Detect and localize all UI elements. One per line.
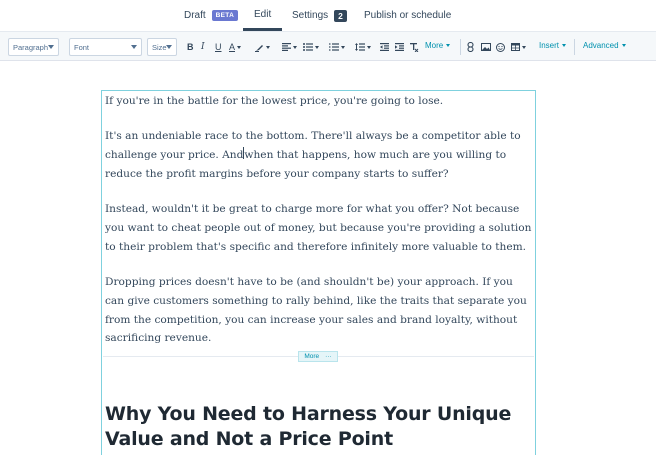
- more-dots-icon: ···: [325, 353, 332, 360]
- highlighter-icon: [255, 44, 263, 52]
- editor-tabs: Draft BETA Edit Settings 2 Publish or sc…: [0, 0, 656, 31]
- align-left-icon: [282, 43, 291, 51]
- highlight-button[interactable]: [255, 41, 270, 53]
- beta-badge: BETA: [211, 10, 239, 21]
- chevron-down-icon: [522, 45, 526, 49]
- paragraph-3[interactable]: Instead, wouldn't it be great to charge …: [105, 200, 535, 256]
- italic-button[interactable]: I: [201, 41, 205, 53]
- text-color-icon: A: [229, 42, 236, 52]
- bullet-list-icon: [303, 43, 313, 51]
- chevron-down-icon: [446, 44, 451, 47]
- formatting-toolbar: Paragraph Font Size B I U A More Insert …: [0, 31, 656, 61]
- read-more-label: More: [304, 353, 320, 360]
- paragraph-style-value: Paragraph: [13, 42, 49, 52]
- chevron-down-icon: [293, 45, 297, 49]
- size-value: Size: [152, 42, 167, 52]
- advanced-menu[interactable]: Advanced: [583, 41, 626, 50]
- chevron-down-icon: [341, 45, 345, 49]
- advanced-label: Advanced: [583, 41, 619, 50]
- font-value: Font: [74, 42, 90, 52]
- indent-icon: [395, 43, 404, 51]
- chevron-down-icon: [48, 45, 54, 49]
- more-formatting-menu[interactable]: More: [425, 41, 451, 50]
- clear-format-icon: [410, 42, 419, 52]
- tab-draft[interactable]: Draft BETA: [184, 0, 239, 31]
- insert-table-button[interactable]: [511, 41, 526, 53]
- tab-edit[interactable]: Edit: [243, 0, 283, 31]
- table-icon: [511, 43, 520, 51]
- bullet-list-button[interactable]: [303, 41, 319, 53]
- bold-button[interactable]: B: [187, 41, 194, 53]
- chevron-down-icon: [131, 45, 137, 49]
- indent-button[interactable]: [395, 41, 404, 53]
- more-label: More: [425, 41, 444, 50]
- paragraph-style-select[interactable]: Paragraph: [8, 38, 59, 56]
- rich-text-editor[interactable]: If you're in the battle for the lowest p…: [101, 90, 536, 455]
- line-height-icon: [355, 43, 365, 51]
- chevron-down-icon: [166, 45, 172, 49]
- tab-settings[interactable]: Settings 2: [292, 0, 347, 31]
- tab-settings-label: Settings: [292, 10, 329, 21]
- insert-emoji-button[interactable]: [496, 41, 505, 53]
- clear-format-button[interactable]: [410, 41, 419, 53]
- chevron-down-icon: [562, 44, 567, 47]
- settings-count-badge: 2: [334, 9, 347, 22]
- insert-label: Insert: [539, 41, 560, 50]
- tab-edit-label: Edit: [254, 8, 272, 20]
- chevron-down-icon: [315, 45, 319, 49]
- insert-link-button[interactable]: [467, 41, 474, 53]
- link-icon: [467, 42, 474, 52]
- numbered-list-icon: [329, 43, 339, 51]
- bold-icon: B: [187, 42, 194, 52]
- underline-button[interactable]: U: [215, 41, 222, 53]
- paragraph-1[interactable]: If you're in the battle for the lowest p…: [105, 92, 535, 111]
- section-heading[interactable]: Why You Need to Harness Your Unique Valu…: [105, 402, 535, 452]
- read-more-button[interactable]: More ···: [298, 351, 338, 362]
- toolbar-divider: [460, 39, 461, 55]
- tab-publish[interactable]: Publish or schedule: [364, 0, 451, 31]
- chevron-down-icon: [266, 45, 270, 49]
- chevron-down-icon: [621, 44, 626, 47]
- text-color-button[interactable]: A: [229, 41, 242, 53]
- size-select[interactable]: Size: [147, 38, 177, 56]
- image-icon: [481, 43, 491, 51]
- paragraph-4[interactable]: Dropping prices doesn't have to be (and …: [105, 273, 535, 348]
- paragraph-2[interactable]: It's an undeniable race to the bottom. T…: [105, 127, 535, 183]
- underline-icon: U: [215, 42, 222, 52]
- font-select[interactable]: Font: [69, 38, 142, 56]
- chevron-down-icon: [367, 45, 371, 49]
- tab-draft-label: Draft: [184, 10, 206, 21]
- italic-icon: I: [201, 42, 205, 52]
- outdent-button[interactable]: [380, 41, 389, 53]
- emoji-icon: [496, 42, 505, 52]
- toolbar-divider: [574, 39, 575, 55]
- tab-publish-label: Publish or schedule: [364, 10, 452, 21]
- numbered-list-button[interactable]: [329, 41, 345, 53]
- line-height-button[interactable]: [355, 41, 371, 53]
- chevron-down-icon: [237, 45, 242, 49]
- insert-menu[interactable]: Insert: [539, 41, 567, 50]
- insert-image-button[interactable]: [481, 41, 491, 53]
- align-button[interactable]: [282, 41, 297, 53]
- outdent-icon: [380, 43, 389, 51]
